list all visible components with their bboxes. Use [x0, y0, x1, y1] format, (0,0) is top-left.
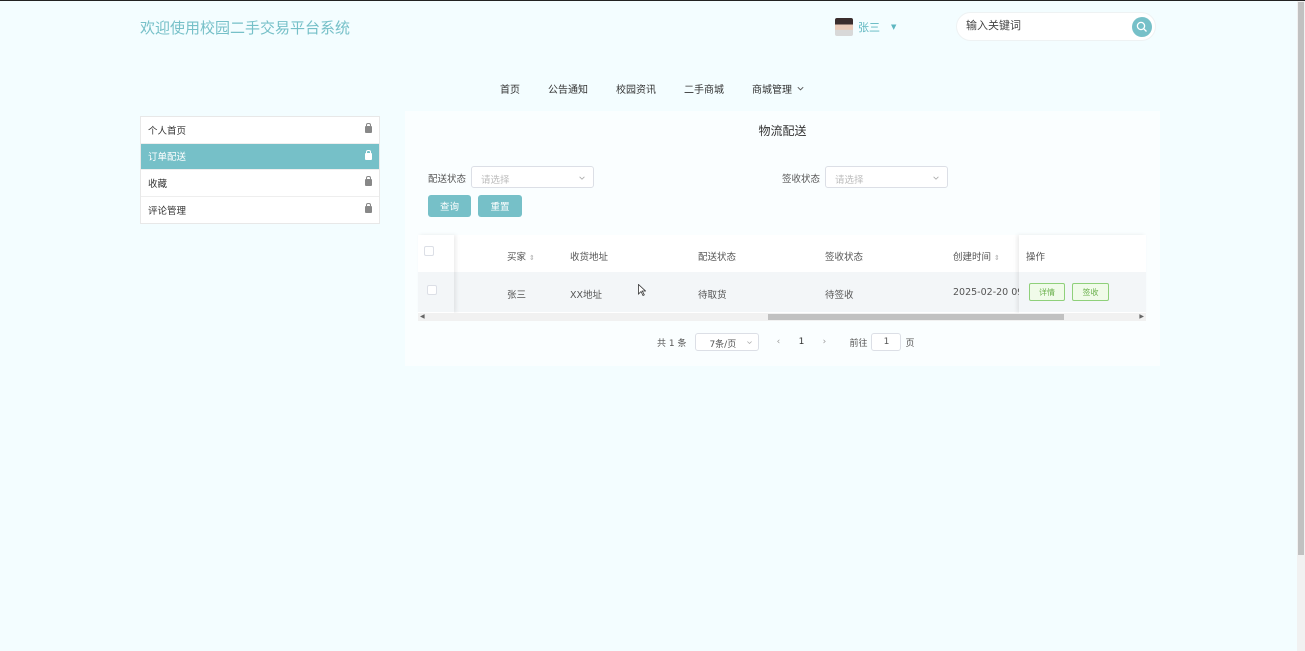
delivery-status-label: 配送状态 — [428, 174, 467, 185]
cell-delivery-status: 待取货 — [698, 290, 727, 301]
cell-sign-status: 待签收 — [825, 290, 854, 301]
cell-address: XX地址 — [570, 290, 603, 301]
sign-status-select[interactable]: 请选择 — [825, 166, 948, 188]
sign-status-label: 签收状态 — [782, 174, 821, 185]
lock-icon — [365, 203, 372, 214]
reset-button[interactable]: 重置 — [478, 195, 522, 217]
sidebar-item-profile[interactable]: 个人首页 — [141, 117, 379, 144]
select-all-checkbox[interactable] — [424, 246, 434, 256]
avatar — [835, 18, 853, 36]
chevron-down-icon — [579, 176, 585, 180]
nav-item-notices[interactable]: 公告通知 — [534, 81, 602, 96]
cell-created-time: 2025-02-20 09:5 — [953, 287, 1019, 298]
user-name: 张三 — [858, 21, 880, 34]
search-input[interactable] — [966, 19, 1126, 32]
page-suffix: 页 — [905, 338, 915, 349]
lock-icon — [365, 176, 372, 187]
header-created-time[interactable]: 创建时间 ⇕ — [953, 249, 1000, 263]
row-checkbox[interactable] — [427, 285, 437, 295]
total-count: 共 1 条 — [657, 338, 687, 349]
header-delivery-status: 配送状态 — [698, 252, 737, 263]
scroll-left-icon[interactable]: ◀ — [420, 313, 425, 320]
goto-page-input[interactable]: 1 — [871, 333, 902, 351]
sort-icon[interactable]: ⇕ — [529, 254, 535, 262]
nav-item-home[interactable]: 首页 — [486, 81, 534, 96]
scroll-thumb[interactable] — [768, 314, 1064, 320]
goto-label: 前往 — [849, 338, 868, 349]
horizontal-scrollbar[interactable]: ◀ ▶ — [418, 313, 1146, 321]
site-title: 欢迎使用校园二手交易平台系统 — [140, 19, 351, 37]
chevron-down-icon — [797, 86, 804, 91]
caret-down-icon: ▼ — [891, 23, 897, 31]
next-page-icon[interactable]: › — [815, 337, 833, 347]
page-number[interactable]: 1 — [789, 337, 813, 347]
sign-button[interactable]: 签收 — [1072, 283, 1109, 301]
sidebar-item-comments[interactable]: 评论管理 — [141, 197, 379, 224]
vertical-scroll-thumb[interactable] — [1298, 2, 1304, 555]
main-nav: 首页 公告通知 校园资讯 二手商城 商城管理 — [0, 81, 1305, 96]
search-box — [956, 12, 1156, 41]
query-button[interactable]: 查询 — [428, 195, 471, 217]
user-menu[interactable]: 张三 ▼ — [835, 17, 896, 37]
pagination: 共 1 条 7条/页 ‹ 1 › 前往 1 页 — [657, 333, 914, 351]
nav-item-market[interactable]: 二手商城 — [670, 81, 738, 96]
cell-buyer: 张三 — [507, 290, 527, 301]
lock-icon — [365, 149, 372, 160]
nav-item-news[interactable]: 校园资讯 — [602, 81, 670, 96]
header-address: 收货地址 — [570, 252, 609, 263]
search-icon — [1136, 21, 1147, 32]
search-button[interactable] — [1132, 17, 1152, 37]
mouse-cursor-icon — [638, 284, 646, 296]
header-buyer[interactable]: 买家 ⇕ — [507, 249, 535, 263]
delivery-status-select[interactable]: 请选择 — [471, 166, 594, 188]
sidebar-item-favorites[interactable]: 收藏 — [141, 170, 379, 197]
main-panel: 物流配送 配送状态 请选择 签收状态 请选择 查询 重置 买家 ⇕ 收货地址 配送… — [405, 111, 1160, 366]
selection-column — [418, 235, 454, 313]
prev-page-icon[interactable]: ‹ — [769, 337, 787, 347]
page-title: 物流配送 — [758, 124, 807, 138]
vertical-scrollbar[interactable] — [1297, 1, 1305, 651]
chevron-down-icon — [747, 341, 753, 345]
sidebar-item-order-delivery[interactable]: 订单配送 — [141, 143, 379, 170]
detail-button[interactable]: 详情 — [1029, 283, 1065, 301]
sidebar: 个人首页 订单配送 收藏 评论管理 — [140, 116, 380, 224]
header-actions: 操作 — [1026, 252, 1046, 263]
nav-item-shop-manage[interactable]: 商城管理 — [738, 81, 819, 96]
scroll-right-icon[interactable]: ▶ — [1139, 313, 1144, 320]
sort-icon[interactable]: ⇕ — [994, 254, 1000, 262]
lock-icon — [365, 123, 372, 134]
actions-column: 操作 详情 签收 — [1019, 235, 1146, 313]
page-size-select[interactable]: 7条/页 — [695, 333, 760, 351]
chevron-down-icon — [933, 176, 939, 180]
delivery-table: 买家 ⇕ 收货地址 配送状态 签收状态 创建时间 ⇕ 张三 XX地址 待取货 待签收… — [418, 235, 1146, 321]
header-sign-status: 签收状态 — [825, 252, 864, 263]
